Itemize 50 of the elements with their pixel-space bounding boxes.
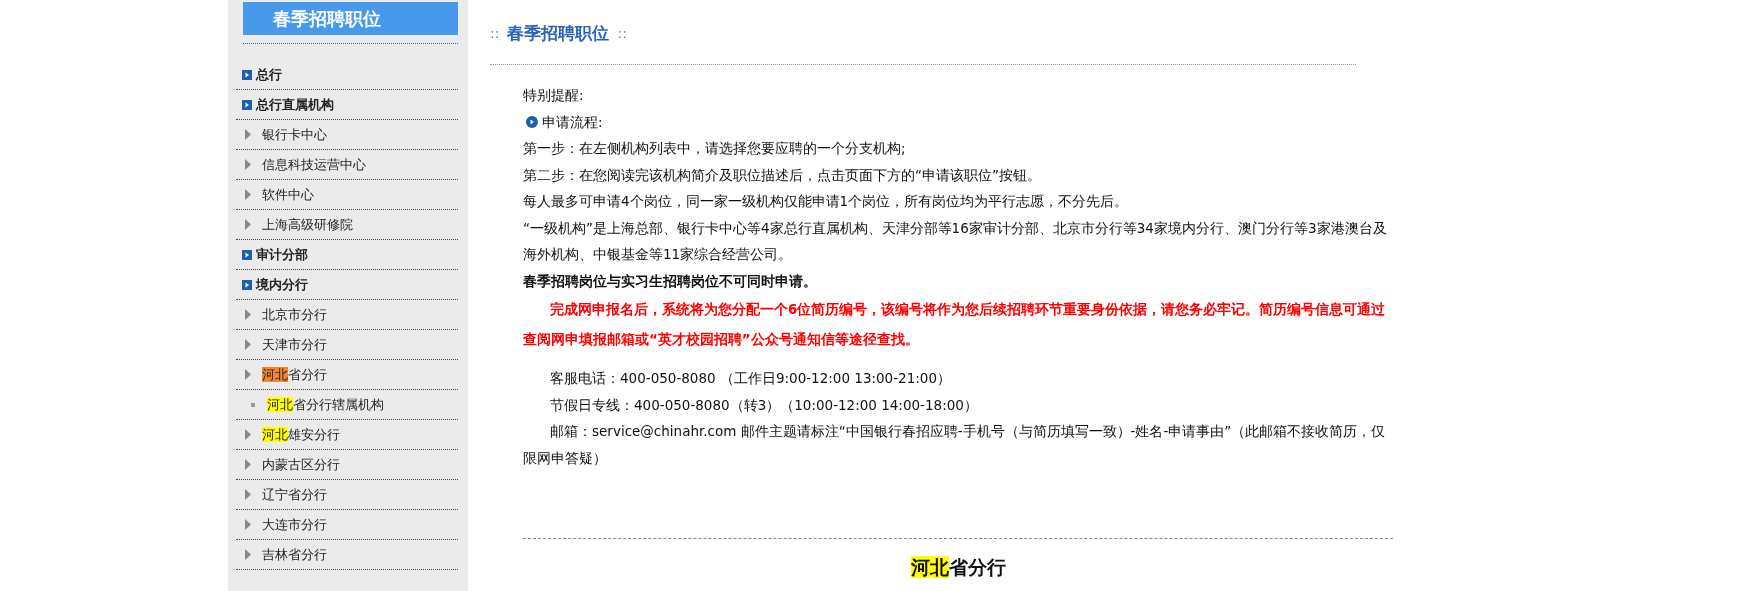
triangle-icon [245,219,251,230]
arrow-square-icon [242,69,252,80]
sidebar-title: 春季招聘职位 [243,2,458,35]
sidebar-link[interactable]: 北京市分行 [262,305,327,324]
triangle-icon [245,129,251,140]
notice-text: 第一步：在左侧机构列表中，请选择您要应聘的一个分支机构; [523,139,907,158]
sidebar-link[interactable]: 辽宁省分行 [262,485,327,504]
contact-text: 节假日专线：400-050-8080（转3）（10:00-12:00 14:00-18:00） [549,395,979,415]
sidebar-link[interactable]: 天津市分行 [262,335,327,354]
triangle-icon [245,459,251,470]
contact-text: 客服电话：400-050-8080 （工作日9:00-12:00 13:00-21:00） [549,369,952,388]
title-marks: :: [490,25,500,41]
sidebar-link[interactable]: 审计分部 [256,245,308,264]
sidebar-link[interactable]: 内蒙古区分行 [262,455,340,474]
notice-text: 第二步：在您阅读完该机构简介及职位描述后，点击页面下方的“申请该职位”按钮。 [523,165,1042,185]
arrow-square-icon [242,279,252,290]
contact-text: 邮箱：service@chinahr.com 邮件主题请标注“中国银行春招应聘-手机号（与简历填写一致）-姓名-申请事由”（此邮箱不接收简历，仅限网申答疑） [523,422,1387,468]
sidebar-link[interactable]: 河北雄安分行 [262,425,340,444]
notice-text: 特别提醒: [523,86,585,105]
sidebar-link[interactable]: 银行卡中心 [262,125,327,144]
triangle-icon [245,549,251,560]
sidebar-link[interactable]: 信息科技运营中心 [262,155,366,174]
sidebar-link[interactable]: 境内分行 [256,275,308,294]
alert-text: 完成网申报名后，系统将为您分配一个6位简历编号，该编号将作为您后续招聘环节重要身份依据，请您务必牢记。简历编号信息可通过查阅网申填报邮箱或“英才校园招聘”公众号通知信等途径查找。 [523,300,1387,349]
triangle-icon [245,189,251,200]
triangle-icon [245,489,251,500]
sidebar-link[interactable]: 大连市分行 [262,515,327,534]
arrow-square-icon [242,99,252,110]
sidebar-link[interactable]: 总行直属机构 [256,95,334,114]
triangle-icon [245,339,251,350]
notice-text: “一级机构”是上海总部、银行卡中心等4家总行直属机构、天津分部等16家审计分部、北京市分行等34家境内分行、澳门分行等3家港澳台及海外机构、中银基金等11家综合经营公司。 [523,218,1388,264]
triangle-icon [245,429,251,440]
notice-text: 申请流程: [542,112,603,132]
notice-text: 每人最多可申请4个岗位，同一家一级机构仅能申请1个岗位，所有岗位均为平行志愿，不分先后。 [523,192,1130,211]
sidebar-link[interactable]: 吉林省分行 [262,545,327,564]
sidebar-link[interactable]: 上海高级研修院 [262,215,353,234]
section-title: 春季招聘职位 [507,21,610,45]
sidebar-link[interactable]: 软件中心 [262,185,314,204]
triangle-icon [245,369,251,380]
play-circle-icon [526,115,538,128]
arrow-square-icon [242,249,252,260]
triangle-icon [245,519,251,530]
sidebar-link[interactable]: 总行 [256,65,282,84]
sidebar-link[interactable]: 河北省分行 [262,365,327,384]
sidebar-link[interactable]: 河北省分行辖属机构 [267,395,384,414]
triangle-icon [245,159,251,170]
bullet-icon [251,402,255,407]
title-marks: :: [617,25,627,41]
triangle-icon [245,309,251,320]
notice-text: 春季招聘岗位与实习生招聘岗位不可同时申请。 [523,271,818,291]
